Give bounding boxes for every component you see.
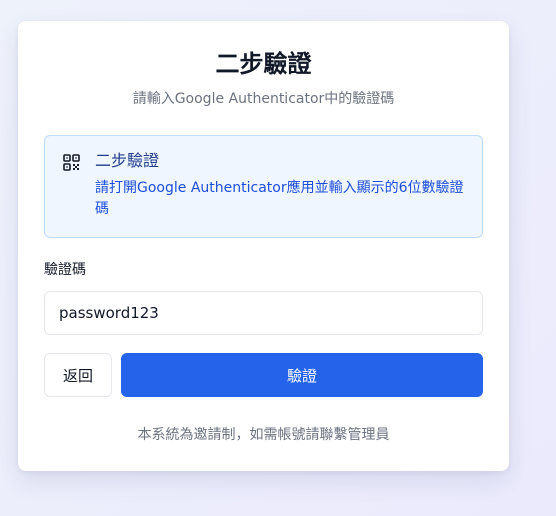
page-subtitle: 請輸入Google Authenticator中的驗證碼	[132, 91, 395, 107]
back-button[interactable]: 返回	[44, 353, 112, 397]
info-title: 二步驗證	[95, 151, 160, 170]
info-box: 二步驗證 請打開Google Authenticator應用並輸入顯示的6位數驗…	[44, 135, 483, 238]
qr-code-icon	[63, 154, 80, 171]
verify-button[interactable]: 驗證	[121, 353, 483, 397]
code-label: 驗證碼	[44, 262, 86, 278]
info-text: 請打開Google Authenticator應用並輸入顯示的6位數驗證碼	[95, 180, 464, 217]
code-input[interactable]	[44, 291, 483, 335]
page-title: 二步驗證	[215, 50, 312, 78]
two-factor-card: 二步驗證 請輸入Google Authenticator中的驗證碼 二步驗證 請…	[18, 21, 509, 471]
footer-note: 本系統為邀請制，如需帳號請聯繫管理員	[137, 427, 390, 443]
